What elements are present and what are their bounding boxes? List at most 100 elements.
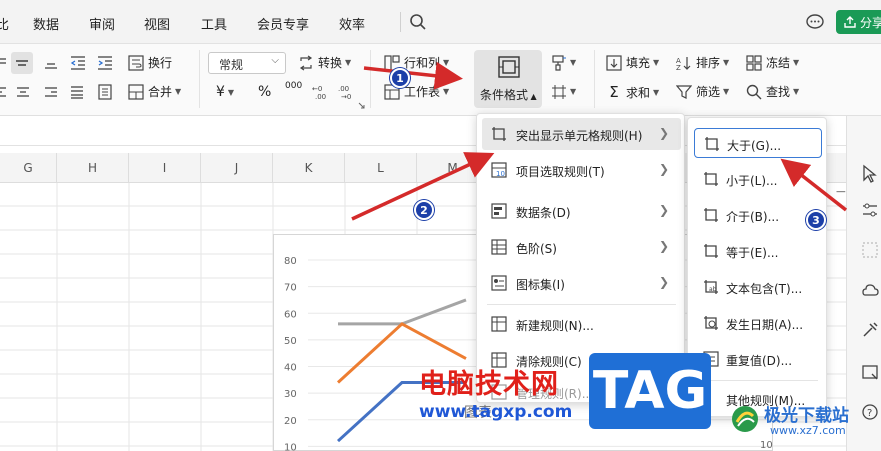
column-header-j[interactable]: J [201,153,273,183]
wrap-text-label: 换行 [148,56,173,70]
chart-y-tick-label: 10 [284,442,297,451]
menu-efficiency[interactable]: 效率 [339,14,365,33]
share-label: 分享 [860,16,881,30]
decrease-decimal-icon[interactable]: .00→0 [338,84,354,100]
menu-item-top-bottom-rules[interactable]: 10 项目选取规则(T) ❯ [482,154,681,186]
menu-item-between[interactable]: 介于(B)... [694,200,822,230]
layout-icon[interactable] [860,240,880,260]
greater-than-icon [705,137,719,151]
format-brush-icon[interactable] [551,55,567,71]
menu-item-greater-than[interactable]: 大于(G)... [694,128,822,158]
adjust-sliders-icon[interactable] [860,200,880,220]
thousands-button[interactable]: 000 [285,82,302,91]
cell-border-icon[interactable] [551,84,567,100]
step-badge-2: 2 [414,200,434,220]
convert-icon [299,55,313,70]
wrap-text-button[interactable]: 换行 [128,54,172,71]
menu-view[interactable]: 视图 [144,14,170,33]
merge-cells-button[interactable]: 合并 ▼ [128,83,181,100]
dialog-launcher-icon[interactable] [358,102,365,109]
search-icon[interactable] [409,13,427,31]
find-button[interactable]: 查找 ▼ [746,83,799,100]
column-header-l[interactable]: L [345,153,417,183]
menu-item-color-scales[interactable]: 色阶(S) ❯ [482,231,681,263]
chevron-down-icon: ▼ [227,87,235,97]
cloud-icon[interactable] [860,280,880,300]
share-icon [844,16,856,28]
column-header-i[interactable]: I [129,153,201,183]
menu-item-label: 突出显示单元格规则(H) [516,129,643,143]
menu-item-highlight-rules[interactable]: 突出显示单元格规则(H) ❯ [482,118,681,150]
align-left-icon[interactable] [0,85,8,99]
svg-text:ab: ab [709,286,717,293]
menu-item-label: 发生日期(A)... [726,318,804,332]
percent-label: % [258,84,272,100]
aurora-logo-icon [732,406,758,432]
align-top-icon[interactable] [0,56,8,70]
menu-item-equal-to[interactable]: 等于(E)... [694,236,822,266]
menu-item-icon-sets[interactable]: 图标集(I) ❯ [482,267,681,299]
menu-item-new-rule[interactable]: 新建规则(N)... [482,308,681,340]
chevron-down-icon[interactable]: ▼ [570,87,576,96]
find-icon [746,84,762,99]
menu-divider [698,380,818,381]
align-center-icon[interactable] [16,85,30,99]
menu-bar: 比 数据 审阅 视图 工具 会员专享 效率 分享 [0,0,881,44]
select-cursor-icon[interactable] [860,164,880,184]
menu-item-text-contains[interactable]: ab 文本包含(T)... [694,272,822,302]
fill-button[interactable]: 填充 ▼ [606,54,659,71]
distributed-align-icon[interactable] [98,84,112,100]
freeze-label: 冻结 [766,56,791,70]
sort-button[interactable]: AZ 排序 ▼ [676,54,729,71]
menu-item-less-than[interactable]: 小于(L)... [694,164,822,194]
sum-label: 求和 [626,85,651,100]
number-format-select[interactable]: 常规 ⌵ [208,52,286,74]
collapse-icon[interactable]: − [835,184,847,200]
menu-tools[interactable]: 工具 [201,14,227,33]
conditional-format-button[interactable]: 条件格式 ▲ [474,50,542,108]
step-badge-1: 1 [390,68,410,88]
increase-decimal-icon[interactable]: ←0.00 [312,84,328,100]
chevron-down-icon[interactable]: ▼ [570,58,576,67]
row-column-button[interactable]: 行和列 ▼ [384,54,449,71]
justify-icon[interactable] [70,85,84,99]
column-header-h[interactable]: H [57,153,129,183]
menu-member[interactable]: 会员专享 [257,14,309,33]
frame-icon[interactable] [860,362,880,382]
align-right-icon[interactable] [44,85,58,99]
percent-button[interactable]: % [258,84,271,100]
menu-insert-partial[interactable]: 比 [0,14,9,33]
data-bars-icon [491,203,507,219]
sum-button[interactable]: Σ 求和 ▼ [606,83,659,101]
column-header-k[interactable]: K [273,153,345,183]
indent-decrease-icon[interactable] [70,55,86,71]
menu-item-date-occurring[interactable]: 发生日期(A)... [694,308,822,338]
menu-review[interactable]: 审阅 [89,14,115,33]
comment-icon[interactable] [805,13,825,31]
fill-label: 填充 [626,56,651,70]
menu-item-label: 项目选取规则(T) [516,165,605,179]
menu-data[interactable]: 数据 [33,14,59,33]
filter-button[interactable]: 筛选 ▼ [676,83,729,100]
chart-y-tick-label: 50 [284,336,297,347]
svg-text:10: 10 [496,170,505,178]
tools-icon[interactable] [860,320,880,340]
chart-y-tick-label: 60 [284,309,297,320]
number-format-value: 常规 [219,58,244,72]
currency-button[interactable]: ¥ ▼ [216,84,234,100]
column-header-g[interactable]: G [0,153,57,183]
align-bottom-icon[interactable] [44,56,58,70]
tag-logo: TAG [589,353,711,429]
chevron-down-icon: ▼ [723,58,730,67]
equal-to-icon [704,244,718,258]
menu-item-data-bars[interactable]: 数据条(D) ❯ [482,195,681,227]
freeze-panes-icon [746,54,762,71]
chevron-down-icon: ▼ [653,58,660,67]
freeze-button[interactable]: 冻结 ▼ [746,54,799,71]
indent-increase-icon[interactable] [97,55,113,71]
convert-button[interactable]: 转换 ▼ [298,54,351,71]
sum-icon: Σ [609,83,619,101]
align-middle-button[interactable] [11,52,33,74]
menu-item-duplicate-values[interactable]: 重复值(D)... [694,344,822,374]
share-button[interactable]: 分享 [836,10,881,34]
